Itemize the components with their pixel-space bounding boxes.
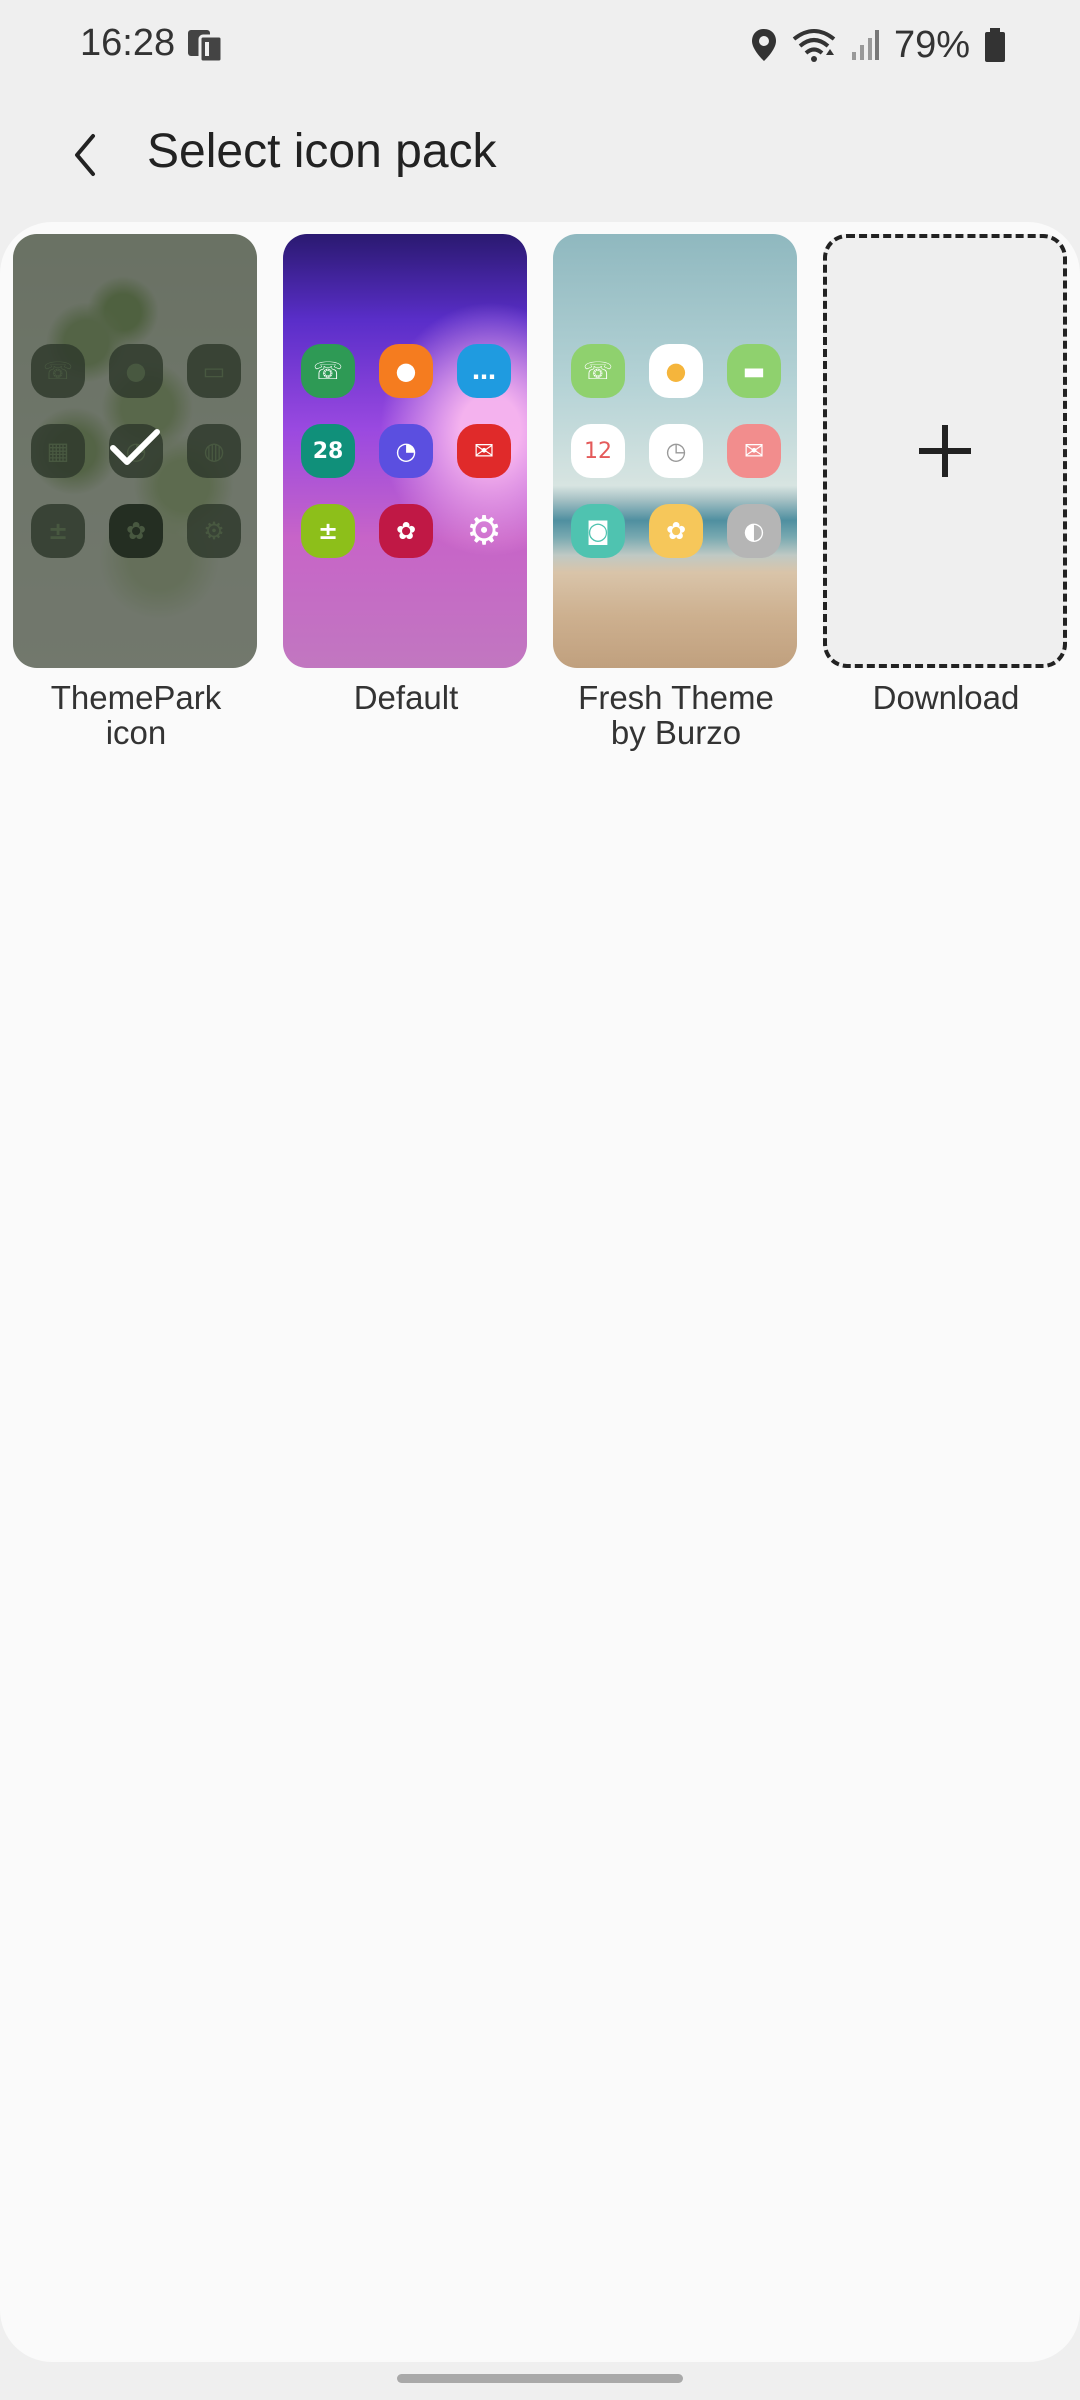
label-line-1: Download (872, 679, 1020, 716)
wifi-icon (792, 27, 836, 63)
email-icon: ✉ (457, 424, 511, 478)
checkmark-icon (110, 429, 160, 465)
icon-pack-thumbnail[interactable]: ☏ ● ▭ ▦ ◔ ◍ ± ✿ ⚙ (13, 234, 257, 668)
app-header: Select icon pack (0, 100, 1080, 210)
icon-pack-label: ThemePark icon (13, 680, 259, 750)
messages-icon: ▬ (727, 344, 781, 398)
settings-icon: ✿ (649, 504, 703, 558)
navigation-handle[interactable] (397, 2374, 683, 2383)
email-icon: ✉ (727, 424, 781, 478)
preview-icon-grid: ☏ ● … 28 ◔ ✉ ± ✿ ⚙ (301, 344, 511, 558)
icon-pack-download[interactable]: Download (823, 234, 1069, 715)
status-icons: 79% (750, 20, 1006, 70)
plus-icon (919, 425, 971, 477)
calculator-icon: ± (301, 504, 355, 558)
icon-pack-label: Fresh Theme by Burzo (553, 680, 799, 750)
icon-pack-label: Default (283, 680, 529, 715)
download-button[interactable] (823, 234, 1067, 668)
camera-icon: ◙ (571, 504, 625, 558)
label-line-1: Default (353, 679, 459, 716)
settings-icon: ⚙ (466, 508, 502, 554)
status-time: 16:28 (80, 22, 176, 64)
data-transfer-icon (186, 26, 226, 66)
contacts-icon: ● (649, 344, 703, 398)
toggle-icon: ◐ (727, 504, 781, 558)
phone-icon: ☏ (571, 344, 625, 398)
clock-icon: ◔ (379, 424, 433, 478)
icon-pack-list: ☏ ● ▭ ▦ ◔ ◍ ± ✿ ⚙ ThemePark icon ☏ ● (0, 222, 1080, 2362)
gallery-icon: ✿ (379, 504, 433, 558)
page-title: Select icon pack (147, 125, 497, 178)
icon-pack-thumbnail[interactable]: ☏ ● ▬ 12 ◷ ✉ ◙ ✿ ◐ (553, 234, 797, 668)
battery-icon (984, 27, 1006, 63)
preview-icon-grid: ☏ ● ▬ 12 ◷ ✉ ◙ ✿ ◐ (571, 344, 781, 558)
clock-icon: ◷ (649, 424, 703, 478)
icon-pack-themepark[interactable]: ☏ ● ▭ ▦ ◔ ◍ ± ✿ ⚙ ThemePark icon (13, 234, 259, 750)
label-line-2: icon (105, 714, 167, 751)
contacts-icon: ● (379, 344, 433, 398)
label-line-1: Fresh Theme (578, 679, 774, 716)
icon-pack-label: Download (823, 680, 1069, 715)
calendar-icon: 28 (301, 424, 355, 478)
back-button[interactable] (50, 120, 120, 190)
battery-percent: 79% (893, 23, 970, 66)
status-bar: 16:28 79% (0, 0, 1080, 90)
label-line-2: by Burzo (610, 714, 742, 751)
phone-icon: ☏ (301, 344, 355, 398)
location-icon (750, 27, 778, 63)
icon-pack-default[interactable]: ☏ ● … 28 ◔ ✉ ± ✿ ⚙ Default (283, 234, 529, 715)
calendar-icon: 12 (571, 424, 625, 478)
label-line-1: ThemePark (50, 679, 222, 716)
messages-icon: … (457, 344, 511, 398)
signal-icon (850, 28, 880, 62)
icon-pack-thumbnail[interactable]: ☏ ● … 28 ◔ ✉ ± ✿ ⚙ (283, 234, 527, 668)
back-arrow-icon (75, 134, 95, 176)
icon-pack-fresh-theme[interactable]: ☏ ● ▬ 12 ◷ ✉ ◙ ✿ ◐ Fresh Theme by Burzo (553, 234, 799, 750)
